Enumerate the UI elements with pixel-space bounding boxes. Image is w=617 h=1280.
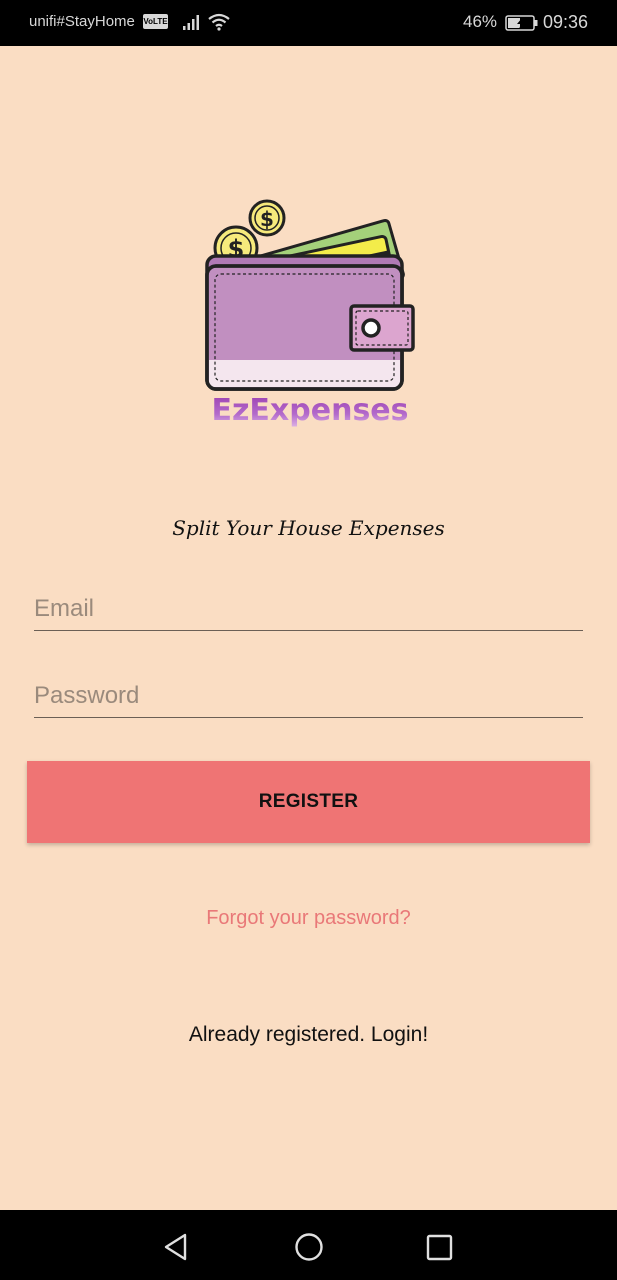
app-name-text: EzExpenses	[211, 393, 408, 428]
password-field[interactable]	[34, 678, 583, 718]
login-link[interactable]: Already registered. Login!	[0, 1023, 617, 1047]
system-nav-bar	[0, 1210, 617, 1280]
carrier-name: unifi#StayHome	[29, 13, 135, 30]
app-name-wordmark: EzExpenses	[211, 393, 408, 428]
signal-icon	[183, 15, 199, 30]
register-button[interactable]: REGISTER	[27, 761, 590, 843]
forgot-password-link[interactable]: Forgot your password?	[0, 907, 617, 930]
status-clock: 09:36	[543, 12, 589, 32]
back-icon[interactable]	[160, 1230, 194, 1264]
email-field[interactable]	[34, 591, 583, 631]
home-icon[interactable]	[292, 1230, 326, 1264]
wifi-icon	[208, 13, 230, 31]
battery-charging-icon	[505, 15, 538, 31]
battery-percent: 46%	[463, 12, 498, 31]
app-logo: $ $ EzExpenses	[195, 196, 425, 436]
status-bar: unifi#StayHome VoLTE 46% 09:36	[0, 0, 617, 46]
svg-text:$: $	[260, 207, 274, 231]
tagline: Split Your House Expenses	[172, 516, 445, 540]
recents-icon[interactable]	[422, 1230, 456, 1264]
volte-badge: VoLTE	[143, 14, 168, 29]
